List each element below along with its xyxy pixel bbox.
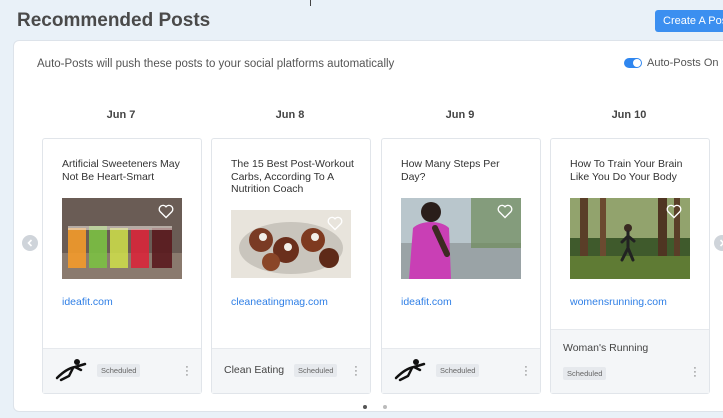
- auto-posts-toggle[interactable]: [624, 58, 642, 68]
- post-image: [231, 210, 351, 278]
- day-header: Jun 9: [445, 109, 475, 121]
- chevron-right-icon: [719, 239, 723, 247]
- auto-post-description: Auto-Posts will push these posts to your…: [37, 58, 395, 70]
- card-footer: Scheduled · · ·: [43, 348, 201, 393]
- heart-icon[interactable]: [158, 204, 174, 219]
- post-title: How Many Steps Per Day?: [401, 158, 500, 183]
- post-card[interactable]: How To Train Your Brain Like You Do Your…: [550, 138, 710, 394]
- post-source-link[interactable]: ideafit.com: [401, 296, 452, 308]
- runner-logo-icon: [394, 359, 426, 382]
- page-title: Recommended Posts: [17, 10, 211, 31]
- post-source-link[interactable]: ideafit.com: [62, 296, 113, 308]
- day-header: Jun 7: [106, 109, 136, 121]
- heart-icon[interactable]: [666, 204, 682, 219]
- runner-logo-icon: [55, 359, 87, 382]
- recommended-posts-panel: Auto-Posts will push these posts to your…: [13, 40, 723, 412]
- more-vertical-icon[interactable]: · · ·: [354, 362, 358, 381]
- create-post-button[interactable]: Create A Post: [655, 10, 723, 32]
- post-card[interactable]: The 15 Best Post-Workout Carbs, Accordin…: [211, 138, 371, 394]
- pagination-dot[interactable]: [383, 405, 387, 409]
- more-vertical-icon[interactable]: · · ·: [693, 363, 697, 382]
- post-card[interactable]: Artificial Sweeteners May Not Be Heart-S…: [42, 138, 202, 394]
- day-header: Jun 10: [611, 109, 647, 121]
- status-badge: Scheduled: [294, 364, 338, 377]
- auto-posts-toggle-group: Auto-Posts On: [624, 57, 719, 69]
- window-divider: [310, 0, 311, 6]
- post-card[interactable]: How Many Steps Per Day? ideafit.com Sche…: [381, 138, 541, 394]
- heart-icon[interactable]: [497, 204, 513, 219]
- status-badge: Scheduled: [436, 364, 480, 377]
- post-source-link[interactable]: cleaneatingmag.com: [231, 296, 328, 308]
- chevron-left-icon: [27, 239, 33, 247]
- brand-name: Woman's Running: [563, 342, 649, 354]
- post-title: Artificial Sweeteners May Not Be Heart-S…: [62, 158, 180, 183]
- status-badge: Scheduled: [97, 364, 141, 377]
- post-image: [570, 198, 690, 279]
- pagination-dot-active[interactable]: [363, 405, 367, 409]
- card-footer: Woman's Running Scheduled · · ·: [551, 329, 709, 393]
- more-vertical-icon[interactable]: · · ·: [524, 362, 528, 381]
- auto-posts-toggle-label: Auto-Posts On: [647, 57, 719, 69]
- brand-name: Clean Eating: [224, 364, 285, 376]
- day-header: Jun 8: [275, 109, 305, 121]
- post-image: [62, 198, 182, 279]
- post-title: How To Train Your Brain Like You Do Your…: [570, 158, 683, 183]
- card-footer: Clean Eating Scheduled · · ·: [212, 348, 370, 393]
- carousel-next-button[interactable]: [714, 235, 723, 251]
- more-vertical-icon[interactable]: · · ·: [185, 362, 189, 381]
- card-footer: Scheduled · · ·: [382, 348, 540, 393]
- post-image: [401, 198, 521, 279]
- post-source-link[interactable]: womensrunning.com: [570, 296, 667, 308]
- carousel-prev-button[interactable]: [22, 235, 38, 251]
- post-title: The 15 Best Post-Workout Carbs, Accordin…: [231, 158, 354, 195]
- heart-icon[interactable]: [327, 216, 343, 231]
- status-badge: Scheduled: [563, 367, 607, 380]
